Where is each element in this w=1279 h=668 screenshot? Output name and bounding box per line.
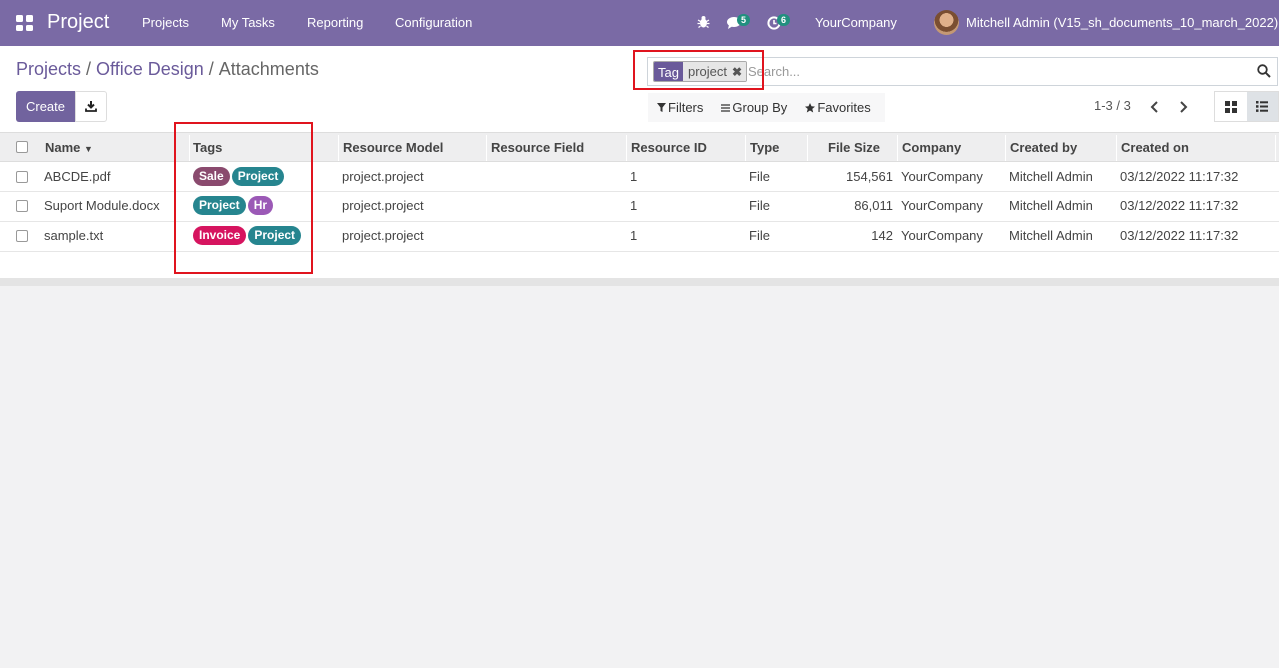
column-type[interactable]: Type <box>750 140 779 155</box>
app-switcher-icon[interactable] <box>16 15 33 31</box>
view-switcher <box>1214 91 1279 122</box>
row-checkbox[interactable] <box>16 230 28 242</box>
sort-desc-icon: ▼ <box>84 144 93 154</box>
cell-type: File <box>749 228 770 243</box>
breadcrumb-office-design[interactable]: Office Design <box>96 59 204 79</box>
app-title[interactable]: Project <box>47 11 109 34</box>
top-navbar: Project Projects My Tasks Reporting Conf… <box>0 0 1279 46</box>
download-button[interactable] <box>75 91 107 122</box>
highlight-search-facet <box>633 50 764 90</box>
messages-count-badge: 5 <box>737 14 751 26</box>
cell-name: Suport Module.docx <box>44 198 160 213</box>
breadcrumb-projects[interactable]: Projects <box>16 59 81 79</box>
list-bars-icon <box>721 103 731 112</box>
cell-created-by: Mitchell Admin <box>1009 169 1093 184</box>
cell-type: File <box>749 169 770 184</box>
column-created-on[interactable]: Created on <box>1121 140 1189 155</box>
user-avatar[interactable] <box>934 10 959 35</box>
menu-my-tasks[interactable]: My Tasks <box>221 15 275 30</box>
cell-file-size: 86,011 <box>854 198 893 213</box>
row-checkbox[interactable] <box>16 200 28 212</box>
cell-file-size: 154,561 <box>846 169 893 184</box>
menu-reporting[interactable]: Reporting <box>307 15 363 30</box>
pager-previous-icon[interactable] <box>1146 98 1164 116</box>
messages-icon[interactable]: 5 <box>727 14 751 33</box>
column-resource-model[interactable]: Resource Model <box>343 140 443 155</box>
cell-file-size: 142 <box>871 228 893 243</box>
user-menu[interactable]: Mitchell Admin (V15_sh_documents_10_marc… <box>966 15 1278 30</box>
breadcrumb-attachments: Attachments <box>218 59 319 79</box>
horizontal-scrollbar[interactable] <box>0 278 1279 286</box>
company-switcher[interactable]: YourCompany <box>815 15 897 30</box>
filters-label: Filters <box>668 100 704 115</box>
cell-name: ABCDE.pdf <box>44 169 111 184</box>
groupby-label: Group By <box>732 100 788 115</box>
kanban-view-icon[interactable] <box>1215 92 1247 121</box>
column-company[interactable]: Company <box>902 140 961 155</box>
search-options: Filters Group By Favorites <box>648 93 885 122</box>
cell-created-on: 03/12/2022 11:17:32 <box>1120 198 1239 213</box>
cell-company: YourCompany <box>901 228 983 243</box>
pager-value[interactable]: 1-3 / 3 <box>1094 98 1131 113</box>
star-icon <box>805 102 816 112</box>
cell-created-on: 03/12/2022 11:17:32 <box>1120 169 1239 184</box>
search-icon[interactable] <box>1257 64 1271 78</box>
column-name[interactable]: Name ▼ <box>45 140 93 155</box>
cell-resource-id: 1 <box>630 169 638 184</box>
groupby-toggle[interactable]: Group By <box>721 100 787 115</box>
column-created-by[interactable]: Created by <box>1010 140 1077 155</box>
cell-resource-model: project.project <box>342 169 424 184</box>
cell-created-on: 03/12/2022 11:17:32 <box>1120 228 1239 243</box>
cell-type: File <box>749 198 770 213</box>
search-input[interactable] <box>748 64 1168 79</box>
activities-count-badge: 6 <box>777 14 791 26</box>
favorites-label: Favorites <box>817 100 871 115</box>
column-file-size[interactable]: File Size <box>828 140 880 155</box>
menu-projects[interactable]: Projects <box>142 15 189 30</box>
cell-resource-model: project.project <box>342 228 424 243</box>
filters-toggle[interactable]: Filters <box>657 100 703 115</box>
cell-resource-model: project.project <box>342 198 424 213</box>
pager-next-icon[interactable] <box>1174 98 1192 116</box>
favorites-toggle[interactable]: Favorites <box>805 100 871 115</box>
select-all-checkbox[interactable] <box>16 141 28 153</box>
highlight-tags-column <box>174 122 313 274</box>
activities-clock-icon[interactable]: 6 <box>767 14 791 33</box>
create-button[interactable]: Create <box>16 91 75 122</box>
cell-resource-id: 1 <box>630 228 638 243</box>
row-checkbox[interactable] <box>16 171 28 183</box>
cell-name: sample.txt <box>44 228 104 243</box>
cell-resource-id: 1 <box>630 198 638 213</box>
breadcrumb: Projects / Office Design / Attachments <box>16 59 319 79</box>
cell-created-by: Mitchell Admin <box>1009 228 1093 243</box>
debug-bug-icon[interactable] <box>697 15 710 32</box>
filter-icon <box>657 103 666 112</box>
column-resource-id[interactable]: Resource ID <box>631 140 707 155</box>
column-resource-field[interactable]: Resource Field <box>491 140 584 155</box>
list-view-icon[interactable] <box>1246 92 1278 121</box>
cell-company: YourCompany <box>901 198 983 213</box>
menu-configuration[interactable]: Configuration <box>395 15 472 30</box>
cell-created-by: Mitchell Admin <box>1009 198 1093 213</box>
download-icon <box>85 101 97 112</box>
cell-company: YourCompany <box>901 169 983 184</box>
